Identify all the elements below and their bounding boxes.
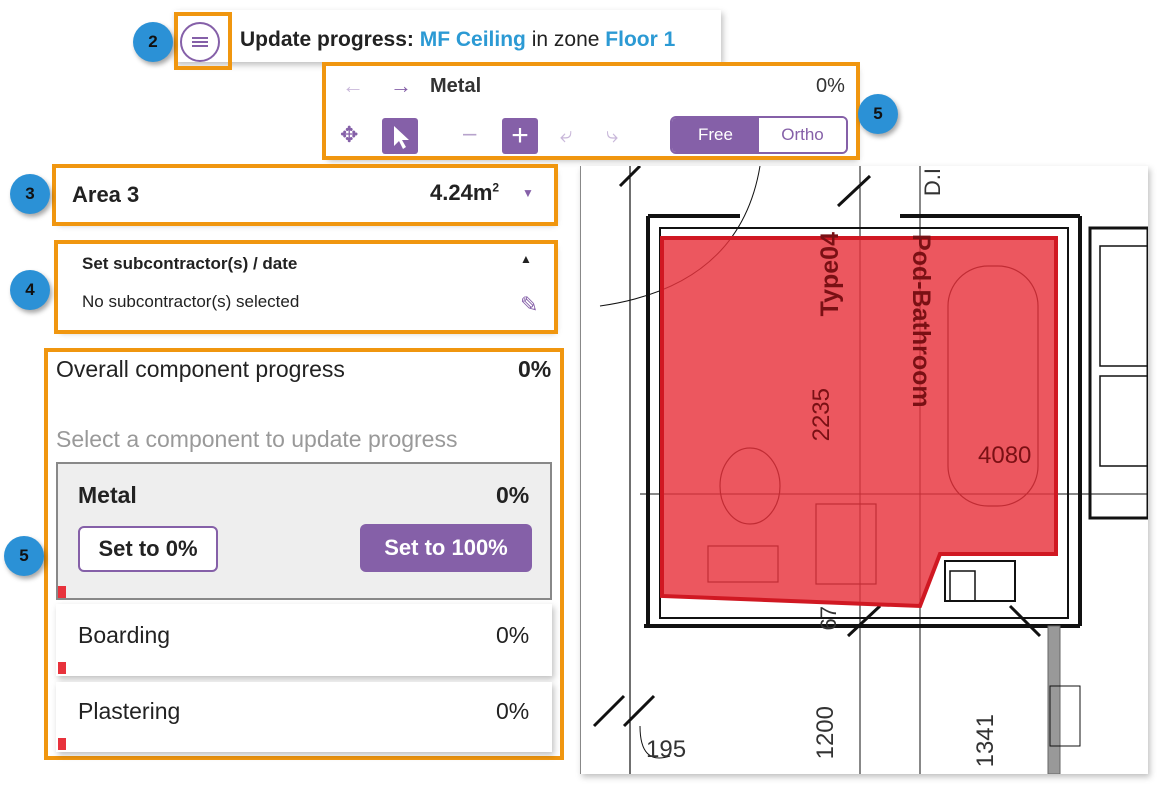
cursor-icon [394,126,409,149]
area-size-value: 4.24m [430,180,493,205]
zoom-in-button[interactable]: + [502,118,538,154]
component-name: Metal [78,482,137,508]
room-label-1: Pod-Bathroom [907,234,935,408]
dim-label-g: D.I [920,168,945,197]
zone-prefix: in zone [531,28,600,51]
component-value: 0% [496,698,530,724]
component-value: 0% [496,482,530,508]
component-name: Plastering [78,698,181,724]
badge-4: 4 [10,270,50,310]
undo-icon[interactable]: ⤶ [560,124,572,146]
room-label-2: Type04 [816,232,844,317]
badge-5-toolbar: 5 [858,94,898,134]
set-zero-button[interactable]: Set to 0% [78,526,218,572]
back-arrow-icon[interactable]: ← [342,75,364,97]
progress-hint: Select a component to update progress [56,426,458,452]
mode-ortho-button[interactable]: Ortho [759,118,846,152]
progress-indicator [58,662,66,674]
badge-5-left: 5 [4,536,44,576]
dim-label-d: 195 [646,736,687,763]
component-link[interactable]: MF Ceiling [420,28,526,51]
area-dropdown-icon[interactable]: ▼ [522,186,534,200]
subcontractor-title: Set subcontractor(s) / date [82,254,298,273]
progress-indicator [58,738,66,750]
layer-progress: 0% [816,75,845,97]
forward-arrow-icon[interactable]: → [390,75,412,97]
overall-progress-title: Overall component progress [56,356,345,382]
menu-button[interactable] [180,22,220,62]
progress-indicator [58,586,66,598]
component-value: 0% [496,622,530,648]
area-size-unit: 2 [492,180,500,195]
pan-icon[interactable]: ✥ [340,124,358,146]
area-name: Area 3 [72,182,140,207]
hamburger-icon [192,35,208,49]
dim-label-e: 1200 [812,706,839,760]
mode-toggle: Free Ortho [670,116,848,154]
dim-label-a: 2235 [808,388,835,442]
dim-label-c: 67 [816,606,841,631]
redo-icon[interactable]: ⤷ [606,124,618,146]
dim-label-f: 1341 [972,714,999,768]
area-size[interactable]: 4.24m2 [430,180,499,206]
badge-3: 3 [10,174,50,214]
set-full-button[interactable]: Set to 100% [360,524,532,572]
zone-link[interactable]: Floor 1 [605,28,675,51]
badge-2: 2 [133,22,173,62]
edit-icon[interactable]: ✎ [520,292,538,318]
select-pointer-button[interactable] [382,118,418,154]
overall-progress-value: 0% [518,356,552,382]
zoom-out-button[interactable]: – [463,120,476,148]
collapse-icon[interactable]: ▲ [520,252,532,266]
page-title: Update progress: MF Ceiling in zone Floo… [240,28,675,52]
layer-name: Metal [430,75,482,97]
floor-plan-drawing [580,166,1148,774]
dim-label-b: 4080 [978,442,1032,469]
area-polygon [660,236,1058,609]
component-name: Boarding [78,622,171,648]
title-prefix: Update progress: [240,28,414,51]
mode-free-button[interactable]: Free [672,118,759,152]
floor-plan-canvas[interactable]: Pod-Bathroom Type04 2235 4080 67 195 120… [580,166,1148,774]
subcontractor-status: No subcontractor(s) selected [82,292,300,311]
